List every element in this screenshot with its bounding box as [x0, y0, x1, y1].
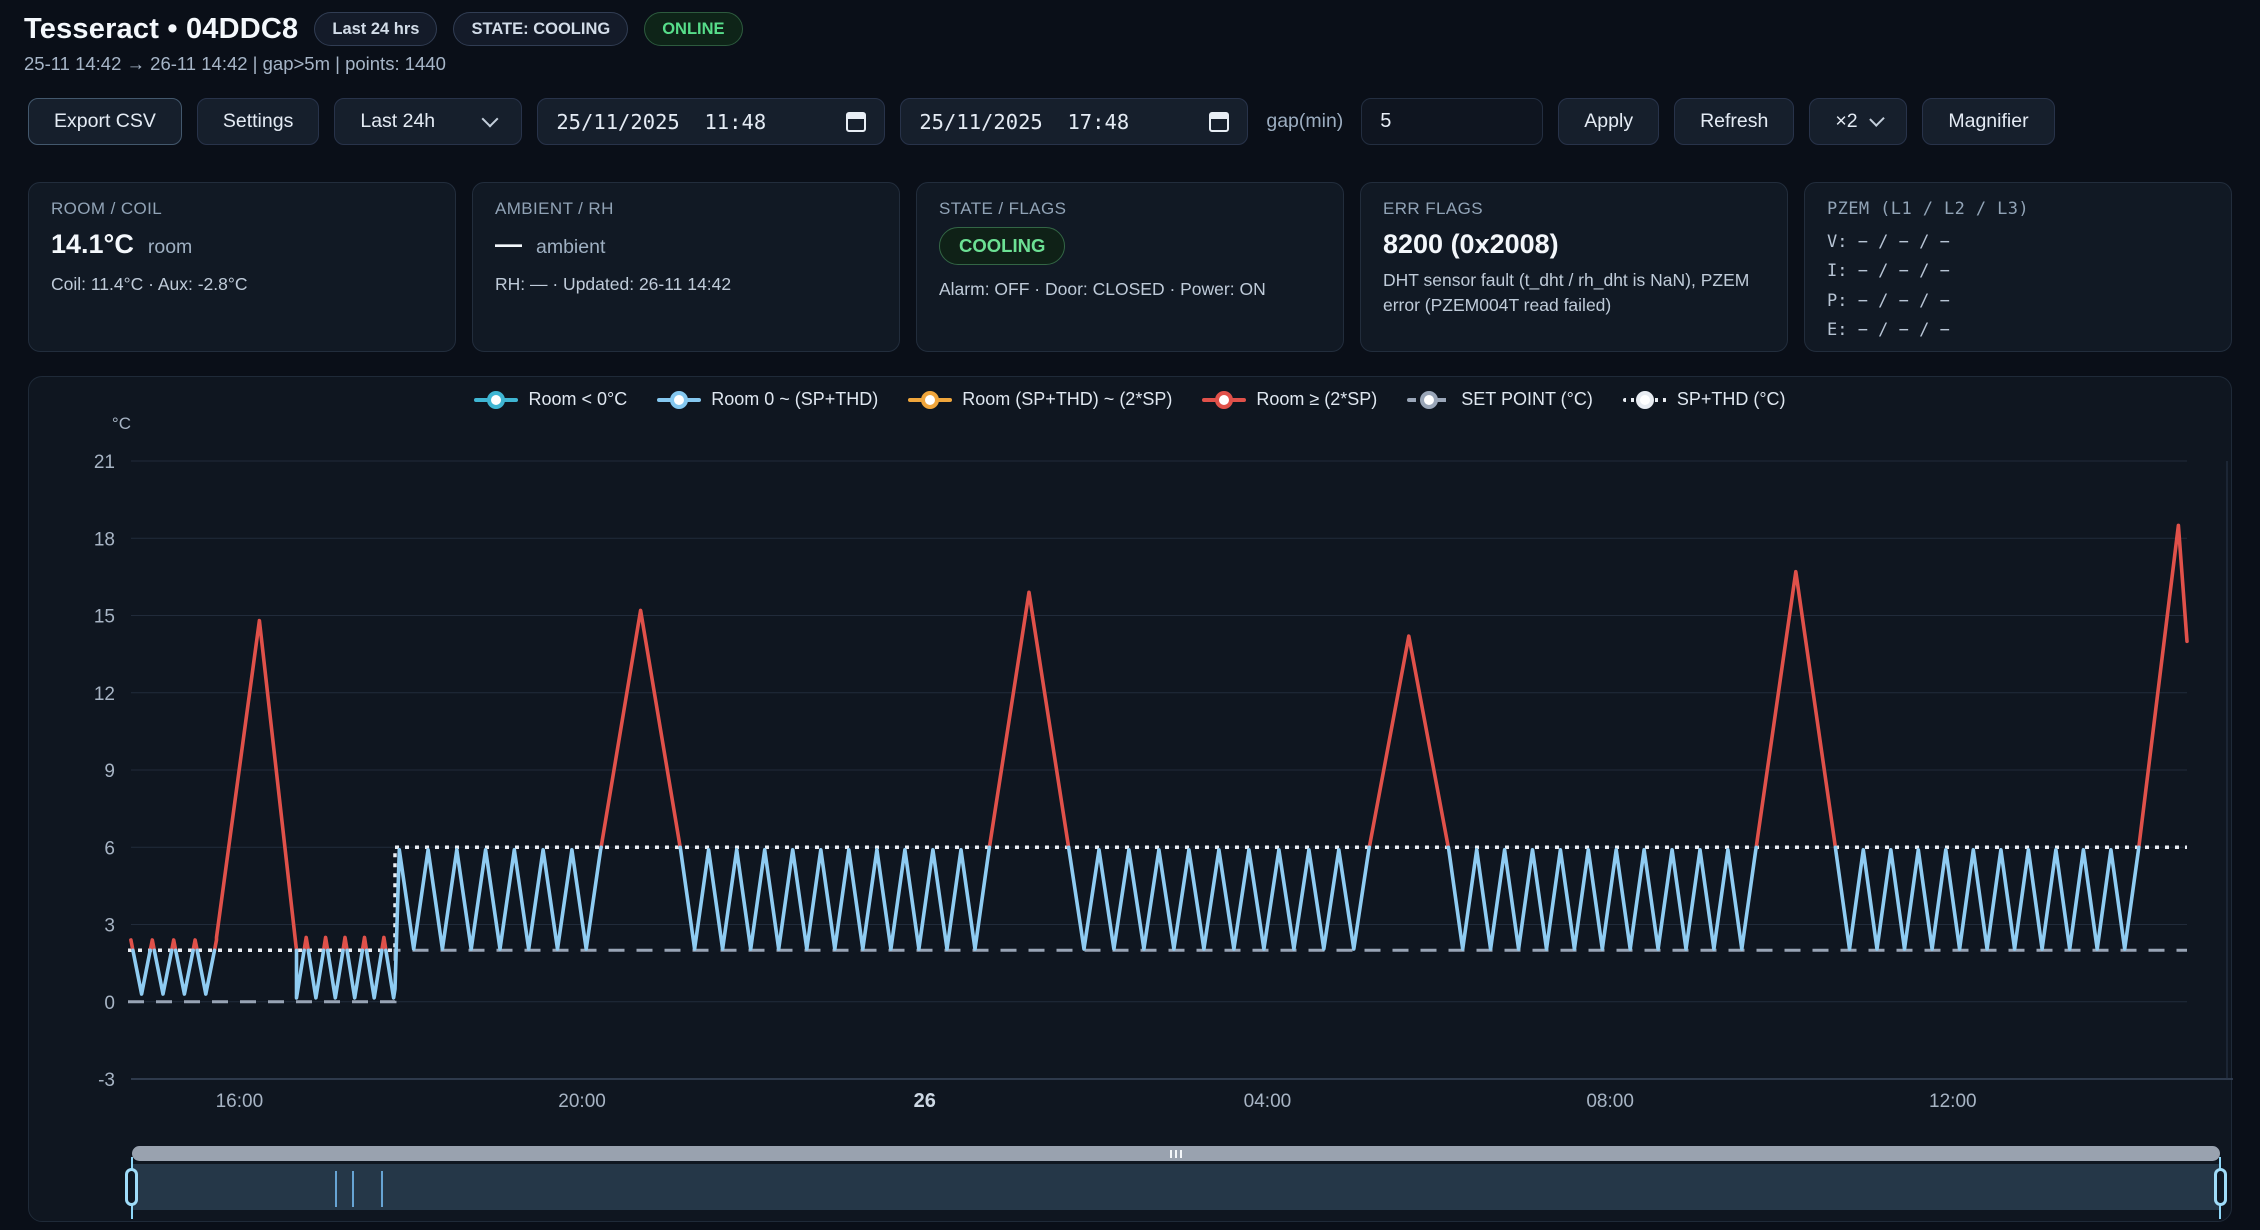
legend-item-6[interactable]: SP+THD (°C): [1623, 389, 1786, 410]
header: Tesseract • 04DDC8 Last 24 hrs STATE: CO…: [24, 12, 743, 75]
navigator-gap-marker: [381, 1171, 383, 1207]
online-badge: ONLINE: [644, 12, 742, 46]
datetime-to-field[interactable]: 25/11/2025 17:48: [900, 98, 1248, 145]
svg-text:21: 21: [94, 452, 115, 473]
temperature-chart[interactable]: 21 18 15 12 9 6 3 0 -3 °C 16:00 20:00 26 04:00 08:00 12…: [29, 413, 2233, 1113]
room-temp-value: 14.1°C: [51, 229, 134, 260]
svg-text:18: 18: [94, 529, 115, 550]
svg-text:0: 0: [104, 993, 115, 1014]
legend-label: Room ≥ (2*SP): [1256, 389, 1377, 410]
card-label: ROOM / COIL: [51, 199, 433, 219]
state-badge: STATE: COOLING: [453, 12, 628, 46]
zoom-factor-select[interactable]: ×2: [1809, 98, 1907, 145]
navigator-gap-marker: [352, 1171, 354, 1207]
svg-text:12:00: 12:00: [1929, 1091, 1977, 1112]
ambient-rh-card: AMBIENT / RH — ambient RH: — · Updated: …: [472, 182, 900, 352]
scrollbar-grip-icon: [1175, 1150, 1177, 1158]
refresh-button[interactable]: Refresh: [1674, 98, 1794, 145]
card-label: ERR FLAGS: [1383, 199, 1765, 219]
range-select[interactable]: Last 24h: [334, 98, 522, 145]
apply-button[interactable]: Apply: [1558, 98, 1659, 145]
legend-label: SP+THD (°C): [1677, 389, 1786, 410]
svg-text:9: 9: [104, 761, 115, 782]
chart-navigator[interactable]: [132, 1164, 2220, 1210]
range-select-value: Last 24h: [360, 110, 435, 133]
pzem-card: PZEM (L1 / L2 / L3) V: − / − / − I: − / …: [1804, 182, 2232, 352]
navigator-right-handle[interactable]: [2214, 1168, 2227, 1206]
svg-text:3: 3: [104, 916, 115, 937]
svg-text:08:00: 08:00: [1586, 1091, 1634, 1112]
ambient-unit: ambient: [536, 236, 605, 259]
legend-line-icon: [657, 391, 701, 409]
chevron-down-icon: [482, 111, 499, 128]
svg-text:26: 26: [914, 1090, 936, 1112]
legend-label: Room (SP+THD) ~ (2*SP): [962, 389, 1172, 410]
svg-text:15: 15: [94, 607, 115, 628]
ambient-value: —: [495, 229, 522, 260]
calendar-icon[interactable]: [846, 112, 866, 132]
err-flags-card: ERR FLAGS 8200 (0x2008) DHT sensor fault…: [1360, 182, 1788, 352]
datetime-from-value: 25/11/2025 11:48: [556, 110, 766, 134]
legend-item-5[interactable]: SET POINT (°C): [1407, 389, 1593, 410]
settings-button[interactable]: Settings: [197, 98, 319, 145]
legend-label: Room 0 ~ (SP+THD): [711, 389, 878, 410]
datetime-from-field[interactable]: 25/11/2025 11:48: [537, 98, 885, 145]
pzem-power-line: P: − / − / −: [1827, 288, 2209, 314]
navigator-left-handle[interactable]: [125, 1168, 138, 1206]
chart-legend: Room < 0°C Room 0 ~ (SP+THD) Room (SP+THD)…: [29, 389, 2231, 410]
pzem-current-line: I: − / − / −: [1827, 258, 2209, 284]
coil-aux-text: Coil: 11.4°C · Aux: -2.8°C: [51, 272, 433, 297]
legend-line-icon: [1407, 391, 1451, 409]
legend-item-3[interactable]: Room (SP+THD) ~ (2*SP): [908, 389, 1172, 410]
card-label: STATE / FLAGS: [939, 199, 1321, 219]
err-description: DHT sensor fault (t_dht / rh_dht is NaN)…: [1383, 268, 1765, 318]
legend-item-4[interactable]: Room ≥ (2*SP): [1202, 389, 1377, 410]
chevron-down-icon: [1869, 111, 1884, 126]
navigator-gap-marker: [335, 1171, 337, 1207]
toolbar: Export CSV Settings Last 24h 25/11/2025 …: [28, 98, 2232, 145]
scrollbar-grip-icon: [1170, 1150, 1172, 1158]
state-flags-card: STATE / FLAGS COOLING Alarm: OFF · Door:…: [916, 182, 1344, 352]
chart-panel: Room < 0°C Room 0 ~ (SP+THD) Room (SP+THD)…: [28, 376, 2232, 1222]
svg-text:-3: -3: [98, 1070, 115, 1091]
legend-line-icon: [474, 391, 518, 409]
datetime-to-value: 25/11/2025 17:48: [919, 110, 1129, 134]
page-title: Tesseract • 04DDC8: [24, 13, 298, 46]
svg-text:04:00: 04:00: [1244, 1091, 1292, 1112]
magnifier-button[interactable]: Magnifier: [1922, 98, 2054, 145]
legend-line-icon: [1623, 391, 1667, 409]
flags-text: Alarm: OFF · Door: CLOSED · Power: ON: [939, 277, 1321, 302]
card-label: PZEM (L1 / L2 / L3): [1827, 199, 2209, 219]
legend-label: SET POINT (°C): [1461, 389, 1593, 410]
gap-min-label: gap(min): [1266, 110, 1343, 133]
calendar-icon[interactable]: [1209, 112, 1229, 132]
svg-text:12: 12: [94, 684, 115, 705]
legend-line-icon: [908, 391, 952, 409]
legend-line-icon: [1202, 391, 1246, 409]
time-range-summary: 25-11 14:42 → 26-11 14:42 | gap>5m | poi…: [24, 53, 743, 75]
pzem-voltage-line: V: − / − / −: [1827, 229, 2209, 255]
err-flags-value: 8200 (0x2008): [1383, 229, 1559, 260]
scrollbar-grip-icon: [1180, 1150, 1182, 1158]
svg-text:°C: °C: [112, 414, 131, 433]
svg-text:6: 6: [104, 838, 115, 859]
legend-item-1[interactable]: Room < 0°C: [474, 389, 627, 410]
gap-min-input[interactable]: [1361, 98, 1543, 145]
room-temp-unit: room: [148, 236, 192, 259]
range-badge: Last 24 hrs: [314, 12, 437, 46]
zoom-factor-value: ×2: [1835, 110, 1857, 133]
pzem-energy-line: E: − / − / −: [1827, 317, 2209, 343]
legend-label: Room < 0°C: [528, 389, 627, 410]
room-coil-card: ROOM / COIL 14.1°C room Coil: 11.4°C · A…: [28, 182, 456, 352]
legend-item-2[interactable]: Room 0 ~ (SP+THD): [657, 389, 878, 410]
svg-text:20:00: 20:00: [558, 1091, 606, 1112]
svg-text:16:00: 16:00: [216, 1091, 264, 1112]
stat-cards: ROOM / COIL 14.1°C room Coil: 11.4°C · A…: [28, 182, 2232, 352]
card-label: AMBIENT / RH: [495, 199, 877, 219]
cooling-badge: COOLING: [939, 227, 1065, 265]
chart-scrollbar[interactable]: [132, 1146, 2220, 1161]
rh-updated-text: RH: — · Updated: 26-11 14:42: [495, 272, 877, 297]
export-csv-button[interactable]: Export CSV: [28, 98, 182, 145]
